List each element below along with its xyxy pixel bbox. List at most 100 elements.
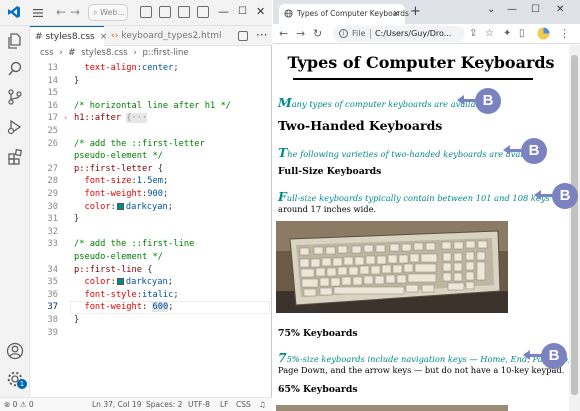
line-number: 16 [47, 100, 58, 111]
page-scrollbar[interactable] [569, 45, 580, 411]
code-editor[interactable]: 13 text-align:center; 14} 15 16 /* horizo… [30, 60, 272, 397]
line-ending[interactable]: LF [220, 398, 229, 411]
menu-icon[interactable] [31, 6, 45, 20]
site-info-icon[interactable]: i [339, 29, 348, 38]
address-bar[interactable]: i File C:/Users/Guy/Dro... [333, 26, 465, 42]
code-line: 39 [30, 327, 272, 340]
first-letter: F [278, 189, 287, 204]
tab-label: keyboard_types2.html [121, 31, 222, 41]
code-line: 33 /* add the ::first-line [30, 238, 272, 251]
css-property: font-weight [84, 189, 143, 199]
callout-badge: B [521, 138, 547, 164]
heading-two-handed: Two-Handed Keyboards [278, 118, 443, 133]
split-editor-icon[interactable] [238, 31, 248, 41]
tab-search-chevron-icon[interactable]: ⌄ [487, 4, 495, 16]
globe-icon [284, 9, 293, 18]
reload-icon[interactable]: ↻ [313, 27, 322, 41]
close-tab-icon[interactable]: × [392, 4, 400, 24]
maximize-icon[interactable]: ☐ [238, 5, 247, 19]
code-line: 25 [30, 125, 272, 138]
customize-layout-icon[interactable] [197, 6, 209, 18]
minimize-icon[interactable]: — [218, 5, 229, 19]
browser-tab[interactable]: Types of Computer Keyboards × [279, 4, 409, 24]
notifications-bell-icon[interactable]: ♫ [259, 398, 266, 411]
minimize-icon[interactable]: — [507, 4, 517, 16]
callout-b-4: B [523, 343, 567, 369]
command-search-input[interactable]: ⌕ Web... [88, 4, 128, 21]
line-number: 33 [47, 239, 58, 250]
tab-styles8-css[interactable]: # styles8.css × [30, 26, 107, 46]
encoding[interactable]: UTF-8 [188, 398, 210, 411]
indentation[interactable]: Spaces: 2 [146, 398, 182, 411]
code-line: 34 p::first-line { [30, 264, 272, 277]
code-line: 26 /* add the ::first-letter [30, 138, 272, 151]
css-selector: p::first-letter [74, 163, 153, 174]
browser-menu-icon[interactable]: ⋮ [559, 27, 570, 41]
paragraph-full-size: Full-size keyboards typically contain be… [278, 189, 569, 204]
maximize-icon[interactable]: ☐ [531, 4, 540, 16]
css-selector: p::first-line [74, 264, 142, 275]
source-control-icon[interactable] [6, 88, 24, 106]
paragraph-full-size-line2: around 17 inches wide. [278, 204, 377, 214]
breadcrumb-separator: › [59, 48, 63, 58]
color-swatch-icon[interactable] [116, 202, 124, 210]
line-number: 27 [47, 163, 58, 174]
css-property: text-align [84, 63, 137, 73]
close-window-icon[interactable]: ✕ [556, 4, 564, 16]
more-actions-icon[interactable]: ··· [256, 28, 267, 42]
profile-avatar-icon[interactable] [537, 27, 550, 40]
language-mode[interactable]: CSS [236, 398, 251, 411]
forward-arrow-icon[interactable]: → [296, 27, 305, 41]
html-file-icon: ‹› [111, 31, 119, 41]
extensions-puzzle-icon[interactable]: ✦ [503, 27, 511, 41]
address-separator [370, 29, 371, 39]
close-window-icon[interactable]: ✕ [256, 5, 265, 19]
folded-block[interactable]: {··· [126, 113, 148, 124]
toggle-sidebar-icon[interactable] [140, 6, 152, 18]
css-property: color [84, 201, 111, 212]
extensions-icon[interactable] [6, 148, 24, 166]
account-badge: 1 [17, 379, 27, 389]
breadcrumb-symbol[interactable]: p::first-line [142, 48, 188, 58]
code-comment: /* add the ::first-line [74, 239, 195, 250]
code-line: pseudo-element */ [30, 251, 272, 264]
sidepanel-icon[interactable]: ▯ [519, 27, 525, 41]
tab-label: styles8.css [45, 32, 95, 42]
scrollbar-thumb[interactable] [571, 55, 578, 395]
cursor-position[interactable]: Ln 37, Col 19 [92, 398, 141, 411]
heading-full-size: Full-Size Keyboards [278, 166, 382, 177]
run-debug-icon[interactable] [6, 118, 24, 136]
status-bar: ⊗ 0 ⚠ 0 Ln 37, Col 19 Spaces: 2 UTF-8 LF… [0, 397, 272, 411]
back-arrow-icon[interactable]: ← [56, 5, 66, 19]
breadcrumb-file[interactable]: styles8.css [81, 48, 127, 58]
line-number: 32 [47, 226, 58, 237]
new-tab-button[interactable]: + [410, 5, 421, 19]
account-icon[interactable] [6, 342, 24, 360]
page-title: Types of Computer Keyboards [287, 53, 555, 72]
breadcrumb-separator: › [133, 48, 137, 58]
toggle-secondary-sidebar-icon[interactable] [178, 6, 190, 18]
toggle-panel-icon[interactable] [159, 6, 171, 18]
css-property: color [84, 277, 111, 288]
color-swatch-icon[interactable] [116, 278, 124, 286]
css-value: darkcyan [125, 277, 168, 288]
share-icon[interactable]: ⇪ [469, 27, 477, 41]
breadcrumb-folder[interactable]: css [40, 48, 54, 58]
callout-b-3: B [534, 183, 578, 209]
css-value: 600 [152, 302, 169, 313]
bookmark-star-icon[interactable]: ☆ [485, 27, 494, 41]
explorer-icon[interactable] [6, 32, 24, 50]
heading-65-percent: 65% Keyboards [278, 384, 358, 395]
search-placeholder: Web... [100, 8, 126, 17]
search-icon[interactable] [6, 60, 24, 78]
line-number: 34 [47, 264, 58, 275]
tab-keyboard-types2-html[interactable]: ‹› keyboard_types2.html [105, 26, 240, 46]
code-line: 38} [30, 314, 272, 327]
code-line: 14} [30, 75, 272, 88]
fold-chevron-icon[interactable]: › [63, 112, 68, 125]
problems-indicator[interactable]: ⊗ 0 ⚠ 0 [4, 398, 34, 411]
code-comment: pseudo-element */ [74, 252, 163, 262]
back-arrow-icon[interactable]: ← [279, 27, 288, 41]
forward-arrow-icon[interactable]: → [70, 5, 80, 19]
css-value: italic [142, 289, 174, 300]
